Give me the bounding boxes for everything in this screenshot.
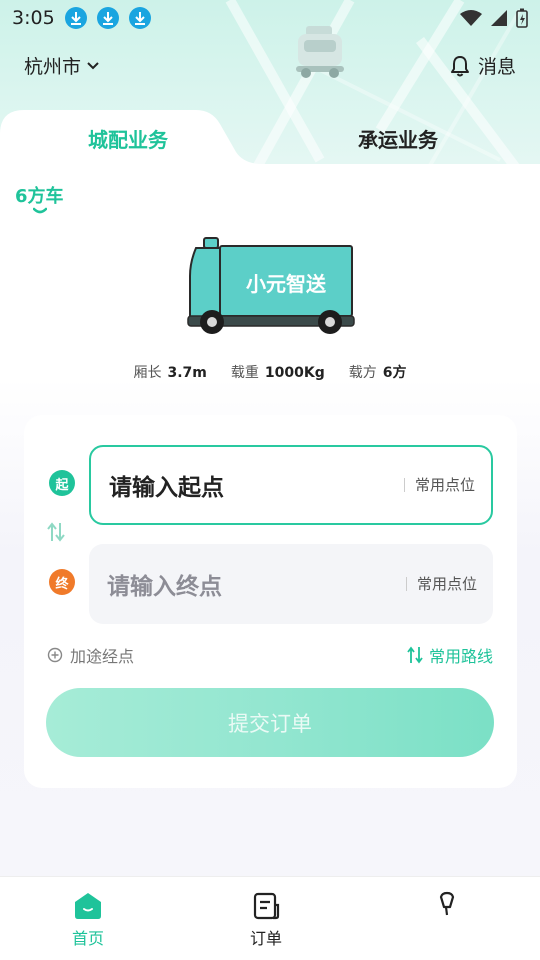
robot-vehicle-icon [296, 26, 344, 78]
bell-icon [450, 55, 469, 76]
truck-brand-text: 小元智送 [246, 272, 327, 296]
spec-volume: 载方 6方 [348, 365, 407, 381]
tab-carrier-business[interactable]: 承运业务 [358, 124, 438, 153]
add-waypoint-button[interactable]: 加途经点 [47, 643, 134, 667]
start-address-input[interactable]: 请输入起点 常用点位 [89, 445, 493, 525]
end-address-input[interactable]: 请输入终点 常用点位 [89, 544, 493, 624]
start-placeholder: 请输入起点 [109, 475, 224, 501]
city-selector[interactable]: 杭州市 [24, 52, 99, 79]
profile-icon [439, 891, 455, 916]
nav-profile[interactable] [432, 891, 462, 925]
nav-home[interactable]: 首页 [72, 891, 104, 949]
wifi-icon [460, 10, 482, 26]
status-bar: 3:05 [0, 0, 540, 36]
end-placeholder: 请输入终点 [107, 574, 222, 600]
vehicle-type-tab[interactable]: 6方车 [15, 182, 64, 208]
route-icon [407, 646, 423, 664]
status-right [460, 8, 528, 28]
message-button[interactable]: 消息 [450, 52, 516, 79]
nav-orders-label: 订单 [250, 929, 283, 948]
submit-order-button[interactable]: 提交订单 [46, 688, 494, 757]
nav-home-label: 首页 [72, 929, 105, 948]
chevron-down-icon [87, 61, 99, 69]
bottom-nav: 首页 订单 [0, 876, 540, 960]
start-badge: 起 [49, 470, 75, 496]
common-route-label: 常用路线 [428, 647, 493, 666]
spec-load: 载重 1000Kg [230, 365, 325, 381]
end-common-point-button[interactable]: 常用点位 [405, 577, 477, 592]
order-list-icon [253, 892, 280, 920]
status-time: 3:05 [12, 7, 55, 29]
download-icon [96, 7, 119, 29]
selected-indicator [33, 207, 47, 214]
nav-orders[interactable]: 订单 [250, 891, 282, 949]
spec-length: 厢长 3.7m [133, 365, 207, 381]
message-label: 消息 [477, 56, 516, 78]
download-icon [64, 7, 87, 29]
download-icon [128, 7, 151, 29]
swap-icon[interactable] [47, 521, 65, 543]
waypoint-label: 加途经点 [70, 647, 135, 666]
start-common-point-button[interactable]: 常用点位 [403, 478, 475, 493]
end-badge: 终 [49, 569, 75, 595]
vehicle-specs: 厢长 3.7m 载重 1000Kg 载方 6方 [0, 362, 540, 382]
tab-city-delivery[interactable]: 城配业务 [88, 124, 168, 153]
common-route-button[interactable]: 常用路线 [407, 643, 493, 667]
notification-icons [64, 7, 151, 29]
home-icon [75, 893, 101, 919]
signal-icon [491, 10, 507, 26]
city-label: 杭州市 [24, 56, 82, 78]
tab-background [0, 110, 540, 168]
truck-illustration: 小元智送 [187, 237, 355, 334]
plus-circle-icon [47, 647, 63, 663]
battery-icon [516, 8, 528, 28]
